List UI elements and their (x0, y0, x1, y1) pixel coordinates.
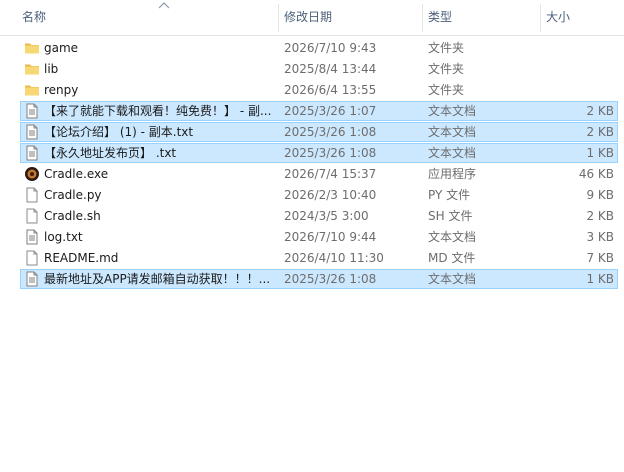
text-file-icon-graphic (26, 271, 38, 287)
column-header-type[interactable]: 类型 (422, 0, 540, 35)
file-row[interactable]: 【永久地址发布页】 .txt 2025/3/26 1:08 文本文档 1 KB (20, 143, 618, 163)
file-date: 2026/7/10 9:43 (284, 41, 377, 55)
file-date: 2025/8/4 13:44 (284, 62, 377, 76)
file-name: log.txt (44, 230, 83, 244)
file-date: 2025/3/26 1:07 (284, 104, 377, 118)
folder-icon (24, 60, 40, 78)
file-date: 2026/7/4 15:37 (284, 167, 377, 181)
file-name: lib (44, 62, 59, 76)
file-date: 2026/4/10 11:30 (284, 251, 384, 265)
blank-file-icon-graphic (26, 208, 38, 224)
text-file-icon (24, 123, 40, 141)
text-file-icon (24, 228, 40, 246)
file-size: 9 KB (586, 188, 614, 202)
file-name: Cradle.sh (44, 209, 101, 223)
file-name: 最新地址及APP请发邮箱自动获取！！！... (44, 272, 271, 286)
folder-icon (24, 81, 40, 99)
file-type: 文件夹 (428, 83, 465, 97)
file-date: 2026/2/3 10:40 (284, 188, 377, 202)
file-type: 文件夹 (428, 41, 465, 55)
file-size: 1 KB (586, 146, 614, 160)
file-row[interactable]: Cradle.exe 2026/7/4 15:37 应用程序 46 KB (20, 164, 618, 184)
app-exe-icon-graphic (25, 167, 39, 181)
column-header-size-label: 大小 (546, 10, 571, 24)
column-header-date[interactable]: 修改日期 (278, 0, 422, 35)
text-file-icon-graphic (26, 124, 38, 140)
folder-icon-graphic (25, 43, 39, 54)
file-row[interactable]: game 2026/7/10 9:43 文件夹 (20, 38, 618, 58)
file-type: SH 文件 (428, 209, 473, 223)
file-name: 【论坛介绍】 (1) - 副本.txt (44, 125, 194, 139)
file-size (540, 39, 614, 57)
text-file-icon-graphic (26, 103, 38, 119)
file-row[interactable]: renpy 2026/6/4 13:55 文件夹 (20, 80, 618, 100)
file-type: 文本文档 (428, 104, 477, 118)
column-header-date-label: 修改日期 (284, 10, 333, 24)
column-header-size[interactable]: 大小 (540, 0, 624, 35)
file-size: 46 KB (578, 167, 614, 181)
file-type: 文本文档 (428, 146, 477, 160)
blank-file-icon (24, 207, 40, 225)
file-row[interactable]: 【来了就能下载和观看！纯免费！】 - 副... 2025/3/26 1:07 文本文… (20, 101, 618, 121)
folder-icon-graphic (25, 64, 39, 75)
column-header-name-label: 名称 (22, 10, 47, 24)
file-date: 2026/7/10 9:44 (284, 230, 377, 244)
column-header-bar: 名称 修改日期 类型 大小 (0, 0, 624, 36)
file-name: renpy (44, 83, 79, 97)
file-size (540, 60, 614, 78)
file-row[interactable]: lib 2025/8/4 13:44 文件夹 (20, 59, 618, 79)
file-name: 【永久地址发布页】 .txt (44, 146, 177, 160)
column-header-type-label: 类型 (428, 10, 453, 24)
file-row[interactable]: 最新地址及APP请发邮箱自动获取！！！... 2025/3/26 1:08 文本文档… (20, 269, 618, 289)
text-file-icon (24, 144, 40, 162)
text-file-icon-graphic (26, 145, 38, 161)
file-name: Cradle.py (44, 188, 102, 202)
file-date: 2025/3/26 1:08 (284, 272, 377, 286)
text-file-icon (24, 270, 40, 288)
file-type: PY 文件 (428, 188, 471, 202)
file-date: 2026/6/4 13:55 (284, 83, 377, 97)
blank-file-icon (24, 249, 40, 267)
blank-file-icon-graphic (26, 187, 38, 203)
file-row[interactable]: 【论坛介绍】 (1) - 副本.txt 2025/3/26 1:08 文本文档 2 K… (20, 122, 618, 142)
folder-icon-graphic (25, 85, 39, 96)
file-name: 【来了就能下载和观看！纯免费！】 - 副... (44, 104, 272, 118)
folder-icon (24, 39, 40, 57)
blank-file-icon-graphic (26, 250, 38, 266)
file-name: game (44, 41, 79, 55)
file-row[interactable]: log.txt 2026/7/10 9:44 文本文档 3 KB (20, 227, 618, 247)
file-name: Cradle.exe (44, 167, 109, 181)
app-exe-icon (24, 165, 40, 183)
file-type: 文本文档 (428, 125, 477, 139)
file-size: 2 KB (586, 209, 614, 223)
file-type: 文件夹 (428, 62, 465, 76)
file-date: 2025/3/26 1:08 (284, 146, 377, 160)
file-type: MD 文件 (428, 251, 476, 265)
file-row[interactable]: Cradle.py 2026/2/3 10:40 PY 文件 9 KB (20, 185, 618, 205)
file-type: 文本文档 (428, 230, 477, 244)
file-size (540, 81, 614, 99)
text-file-icon-graphic (26, 229, 38, 245)
file-size: 1 KB (586, 272, 614, 286)
file-size: 2 KB (586, 104, 614, 118)
file-row[interactable]: README.md 2026/4/10 11:30 MD 文件 7 KB (20, 248, 618, 268)
sort-ascending-icon (158, 2, 170, 9)
file-row[interactable]: Cradle.sh 2024/3/5 3:00 SH 文件 2 KB (20, 206, 618, 226)
file-type: 应用程序 (428, 167, 477, 181)
blank-file-icon (24, 186, 40, 204)
text-file-icon (24, 102, 40, 120)
file-size: 3 KB (586, 230, 614, 244)
column-header-name[interactable]: 名称 (16, 0, 278, 35)
file-list-pane: 名称 修改日期 类型 大小 game 2026/7/10 9:43 文件夹 lib 20… (0, 0, 624, 472)
file-type: 文本文档 (428, 272, 477, 286)
file-date: 2025/3/26 1:08 (284, 125, 377, 139)
file-size: 2 KB (586, 125, 614, 139)
file-name: README.md (44, 251, 119, 265)
file-size: 7 KB (586, 251, 614, 265)
file-date: 2024/3/5 3:00 (284, 209, 369, 223)
